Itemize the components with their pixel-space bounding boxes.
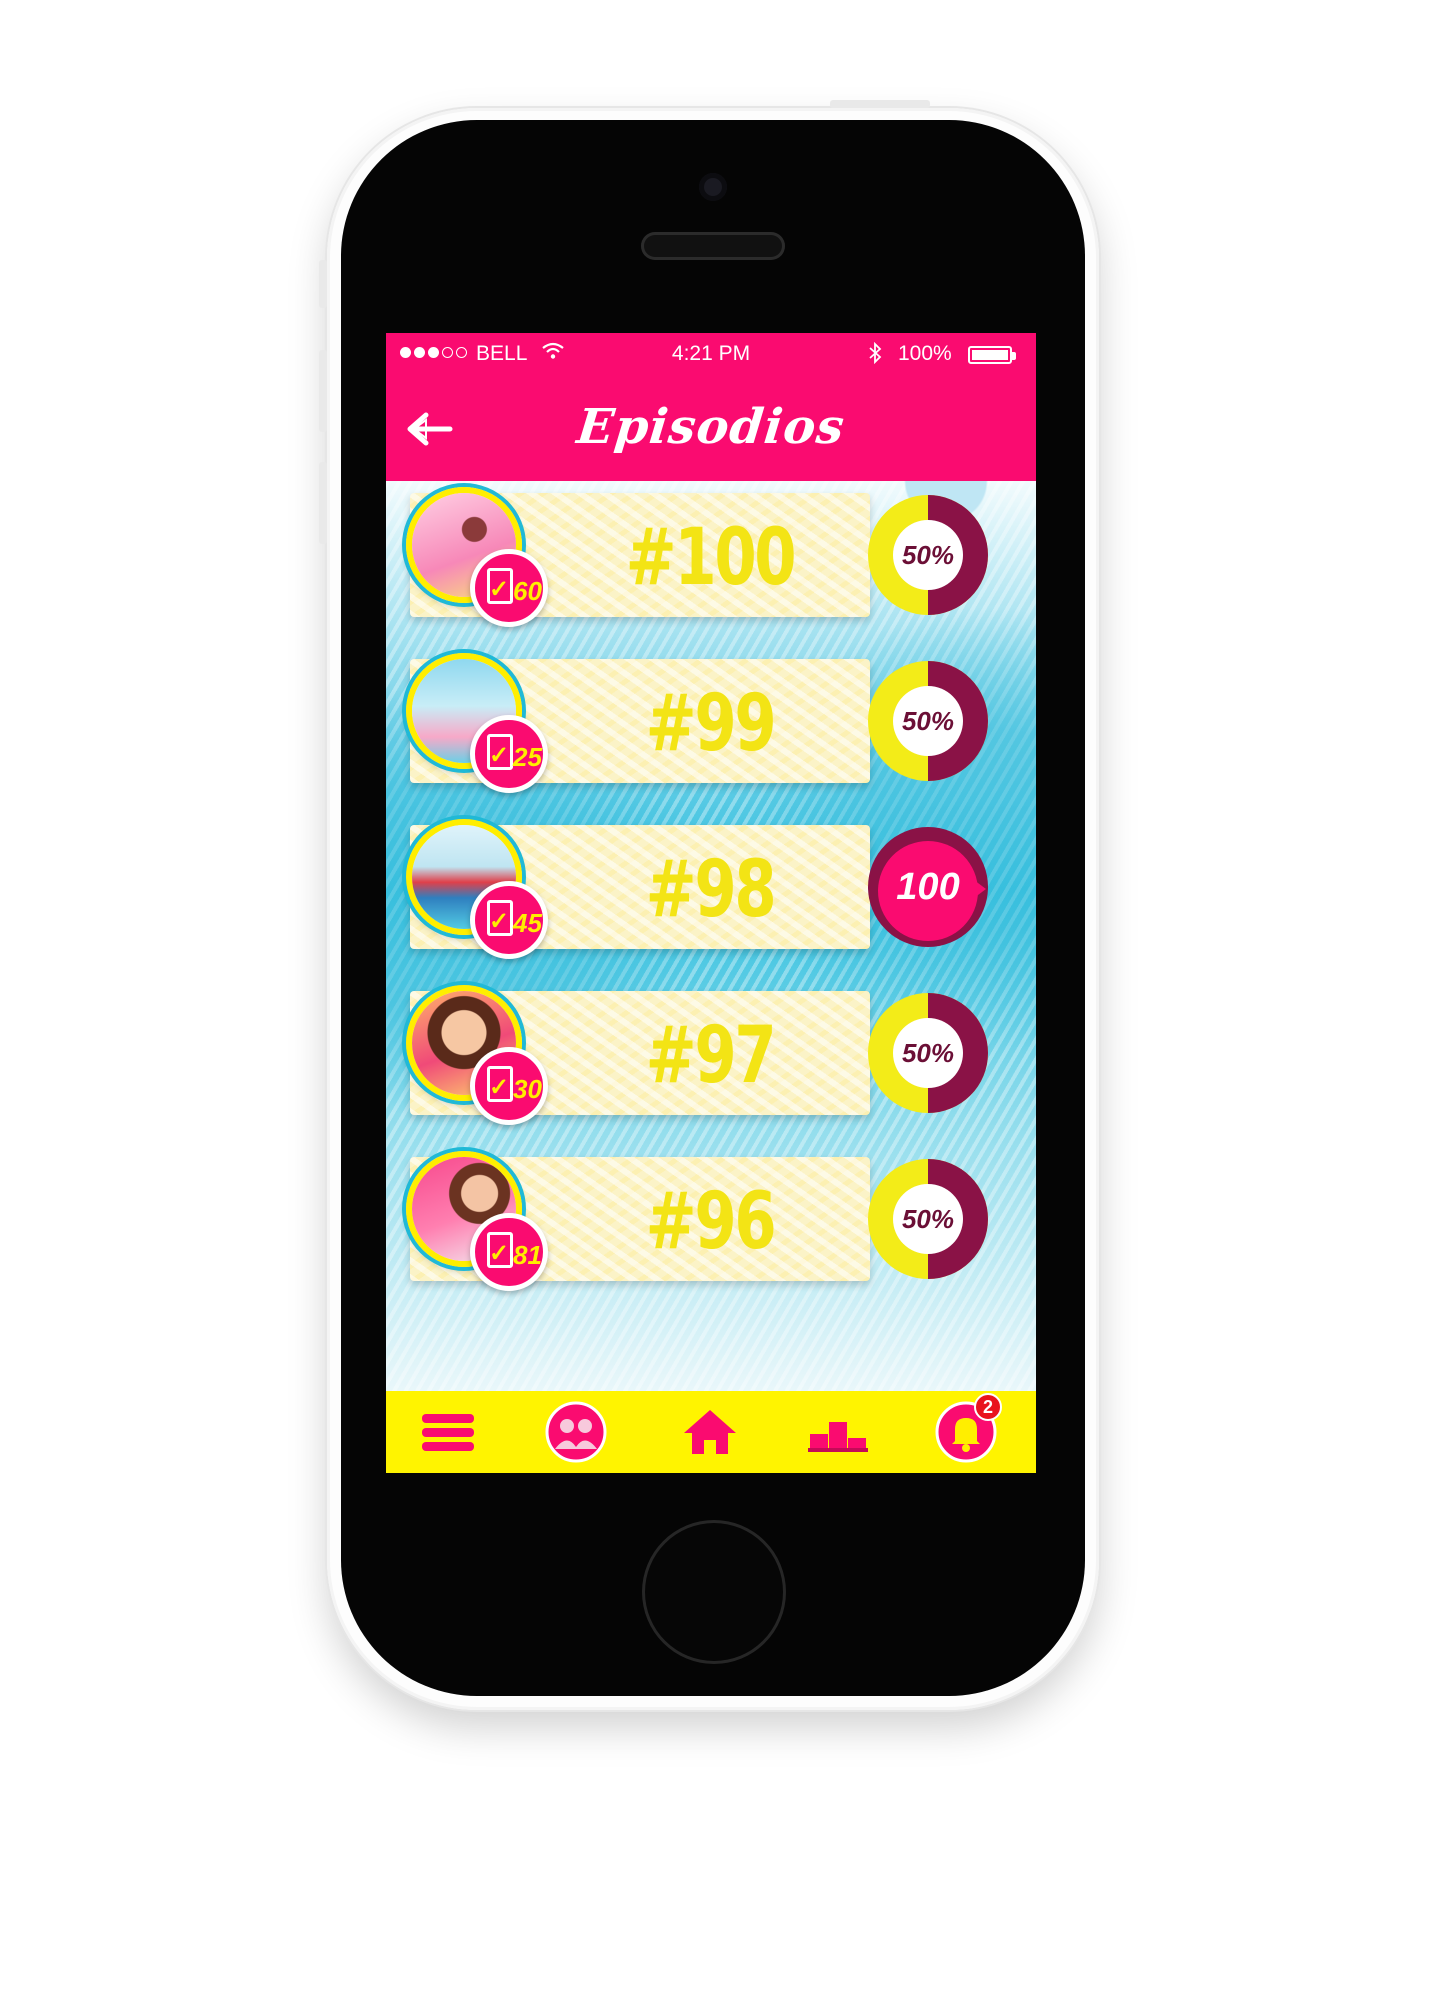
volume-up-button (319, 350, 327, 432)
status-bar: BELL 4:21 PM 100% (386, 333, 1036, 377)
menu-icon[interactable] (416, 1401, 480, 1463)
points-badge: ✓ 25 (470, 715, 548, 793)
notification-badge: 2 (974, 1393, 1002, 1421)
points-count: 45 (513, 908, 542, 938)
home-icon[interactable] (678, 1401, 742, 1463)
earpiece-speaker (641, 232, 785, 260)
episode-number: #96 (645, 1177, 777, 1267)
points-badge: ✓ 45 (470, 881, 548, 959)
progress-ring: 50% (866, 659, 990, 783)
progress-ring: 50% (866, 493, 990, 617)
power-button (830, 100, 930, 108)
episode-card[interactable]: ✓ 45 #98 (406, 819, 870, 959)
notifications-button[interactable]: 2 (934, 1393, 1002, 1463)
episode-card[interactable]: ✓ 25 #99 (406, 653, 870, 793)
friends-icon[interactable] (544, 1401, 608, 1463)
app-screen: BELL 4:21 PM 100% Episodios ✓ 60 #100 50… (386, 333, 1036, 1473)
episode-card[interactable]: ✓ 60 #100 (406, 487, 870, 627)
episode-number: #97 (645, 1011, 777, 1101)
episode-number: #98 (645, 845, 777, 935)
ranking-podium-icon[interactable] (806, 1401, 870, 1463)
app-header: Episodios (386, 377, 1036, 481)
progress-label: 50% (901, 705, 955, 736)
points-badge: ✓ 30 (470, 1047, 548, 1125)
episode-number: #100 (625, 513, 797, 603)
episode-card[interactable]: ✓ 81 #96 (406, 1151, 870, 1291)
progress-label: 50% (901, 1203, 955, 1234)
points-count: 25 (513, 742, 542, 772)
home-hardware-button[interactable] (642, 1520, 786, 1664)
page-title: Episodios (574, 399, 848, 455)
episode-card[interactable]: ✓ 30 #97 (406, 985, 870, 1125)
episode-list: ✓ 60 #100 50% ✓ 25 #99 50% ✓ 45 #98 100 … (386, 481, 1036, 1391)
battery-icon (968, 346, 1016, 364)
points-count: 30 (513, 1074, 542, 1104)
progress-label: 50% (901, 1037, 955, 1068)
battery-percentage: 100% (898, 342, 952, 365)
points-badge: ✓ 81 (470, 1213, 548, 1291)
volume-down-button (319, 462, 327, 544)
points-count: 60 (513, 576, 542, 606)
points-badge: ✓ 60 (470, 549, 548, 627)
episode-number: #99 (645, 679, 777, 769)
progress-ring: 50% (866, 991, 990, 1115)
progress-ring: 50% (866, 1157, 990, 1281)
progress-ring: 100 (866, 825, 990, 949)
bluetooth-icon (868, 341, 882, 370)
progress-label: 100 (896, 865, 960, 908)
mute-switch (319, 260, 327, 308)
front-camera (699, 173, 727, 201)
progress-label: 50% (901, 539, 955, 570)
points-count: 81 (513, 1240, 542, 1270)
tab-bar: 2 (386, 1391, 1036, 1473)
